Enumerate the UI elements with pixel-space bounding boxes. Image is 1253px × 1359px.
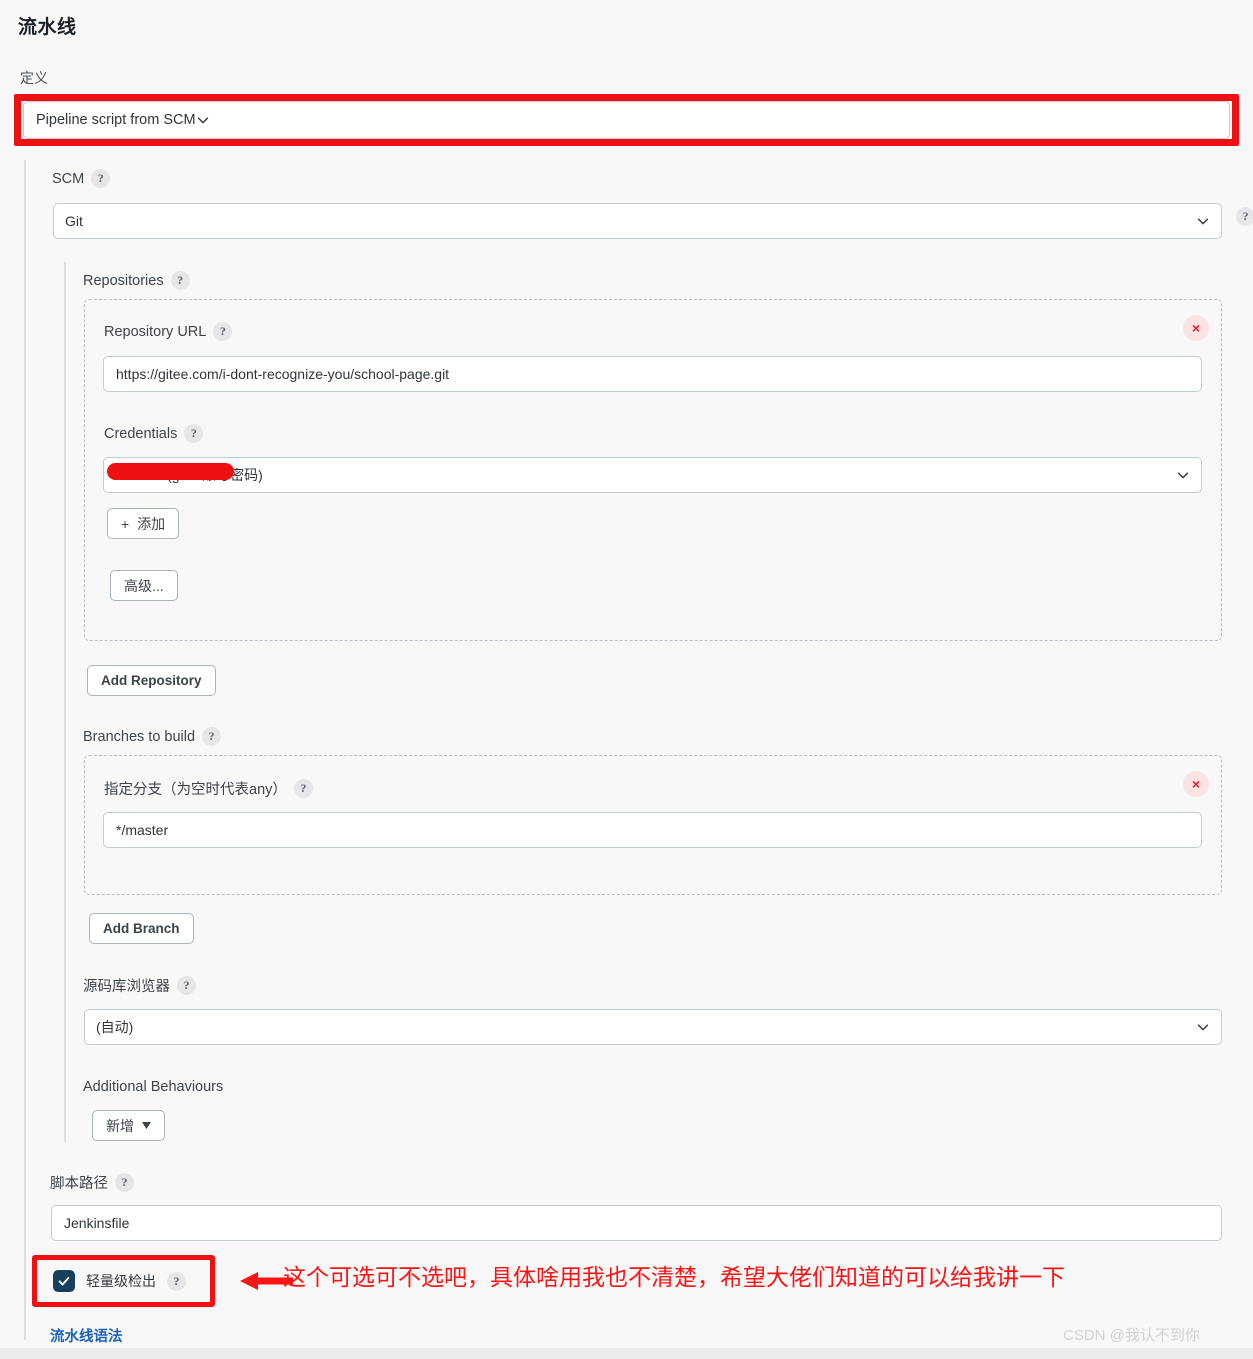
script-path-label-text: 脚本路径 — [50, 1176, 108, 1192]
chevron-down-icon — [1197, 1024, 1209, 1031]
repository-browser-label-text: 源码库浏览器 — [83, 979, 170, 995]
repository-browser-selected-value: (自动) — [96, 1019, 134, 1035]
check-icon — [58, 1277, 70, 1286]
chevron-down-icon — [1197, 218, 1209, 225]
scm-label-text: SCM — [52, 170, 85, 187]
lightweight-checkout-checkbox[interactable] — [53, 1270, 75, 1292]
branches-label-text: Branches to build — [83, 728, 196, 745]
repository-url-help-icon[interactable]: ? — [213, 322, 233, 341]
bottom-strip — [0, 1348, 1253, 1359]
branch-specifier-input[interactable]: */master — [103, 812, 1202, 848]
lightweight-checkout-label: 轻量级检出 — [86, 1273, 156, 1289]
scm-row-help-icon[interactable]: ? — [1236, 207, 1253, 226]
definition-select[interactable]: Pipeline script from SCM — [23, 101, 1230, 139]
add-behaviour-label: 新增 — [106, 1117, 134, 1134]
branches-to-build-label: Branches to build ? — [83, 727, 222, 746]
add-credentials-button[interactable]: + 添加 — [107, 508, 180, 539]
definition-selected-value: Pipeline script from SCM — [36, 112, 196, 128]
repository-url-input[interactable]: https://gitee.com/i-dont-recognize-you/s… — [103, 356, 1202, 392]
credentials-help-icon[interactable]: ? — [184, 424, 204, 443]
scm-section-divider — [24, 160, 26, 1340]
pipeline-config-page: 流水线 定义 Pipeline script from SCM SCM ? Gi… — [0, 0, 1253, 1359]
repository-browser-label: 源码库浏览器 ? — [83, 975, 196, 996]
scm-selected-value: Git — [65, 213, 83, 229]
repositories-help-icon[interactable]: ? — [170, 271, 190, 290]
add-credentials-label: 添加 — [137, 515, 166, 532]
branch-delete-button[interactable]: × — [1183, 771, 1209, 797]
script-path-help-icon[interactable]: ? — [115, 1173, 134, 1192]
page-title: 流水线 — [18, 17, 77, 38]
definition-label: 定义 — [20, 70, 48, 86]
branch-specifier-label-text: 指定分支（为空时代表any） — [104, 782, 287, 798]
branches-help-icon[interactable]: ? — [202, 727, 222, 746]
left-arrow-icon — [240, 1272, 293, 1290]
repositories-label-text: Repositories — [83, 272, 164, 289]
credentials-label-text: Credentials — [104, 425, 178, 442]
scm-label: SCM ? — [52, 169, 111, 188]
credentials-label: Credentials ? — [104, 424, 204, 443]
add-behaviour-button[interactable]: 新增 — [92, 1110, 165, 1141]
pipeline-syntax-link[interactable]: 流水线语法 — [50, 1325, 123, 1346]
add-repository-button[interactable]: Add Repository — [87, 665, 216, 696]
lightweight-checkout-help-icon[interactable]: ? — [167, 1271, 186, 1291]
watermark: CSDN @我认不到你 — [1063, 1327, 1200, 1344]
caret-down-icon — [142, 1122, 151, 1129]
scm-select[interactable]: Git — [53, 203, 1222, 239]
credentials-select[interactable]: m/****** (gitee账号密码) — [103, 457, 1202, 493]
repository-browser-help-icon[interactable]: ? — [177, 976, 196, 995]
advanced-button[interactable]: 高级... — [110, 570, 178, 601]
repositories-label: Repositories ? — [83, 271, 190, 290]
repository-url-label: Repository URL ? — [104, 322, 233, 341]
lightweight-checkout-row[interactable]: 轻量级检出 ? — [53, 1270, 186, 1292]
annotation-text: 这个可选可不选吧，具体啥用我也不清楚，希望大佬们知道的可以给我讲一下 — [283, 1265, 1065, 1291]
repository-url-label-text: Repository URL — [104, 323, 207, 340]
chevron-down-icon — [1177, 472, 1189, 479]
repository-browser-select[interactable]: (自动) — [84, 1009, 1222, 1045]
chevron-down-icon — [197, 117, 208, 124]
branch-specifier-label: 指定分支（为空时代表any） ? — [104, 778, 313, 799]
plus-icon: + — [121, 515, 130, 532]
git-section-divider — [64, 262, 66, 1142]
branch-specifier-help-icon[interactable]: ? — [293, 779, 313, 798]
add-branch-button[interactable]: Add Branch — [89, 913, 194, 944]
additional-behaviours-label: Additional Behaviours — [83, 1079, 224, 1095]
credentials-redaction-bar — [107, 463, 234, 480]
repository-delete-button[interactable]: × — [1183, 315, 1209, 341]
scm-help-icon[interactable]: ? — [91, 169, 111, 188]
script-path-input[interactable]: Jenkinsfile — [51, 1205, 1222, 1241]
script-path-label: 脚本路径 ? — [50, 1172, 134, 1193]
